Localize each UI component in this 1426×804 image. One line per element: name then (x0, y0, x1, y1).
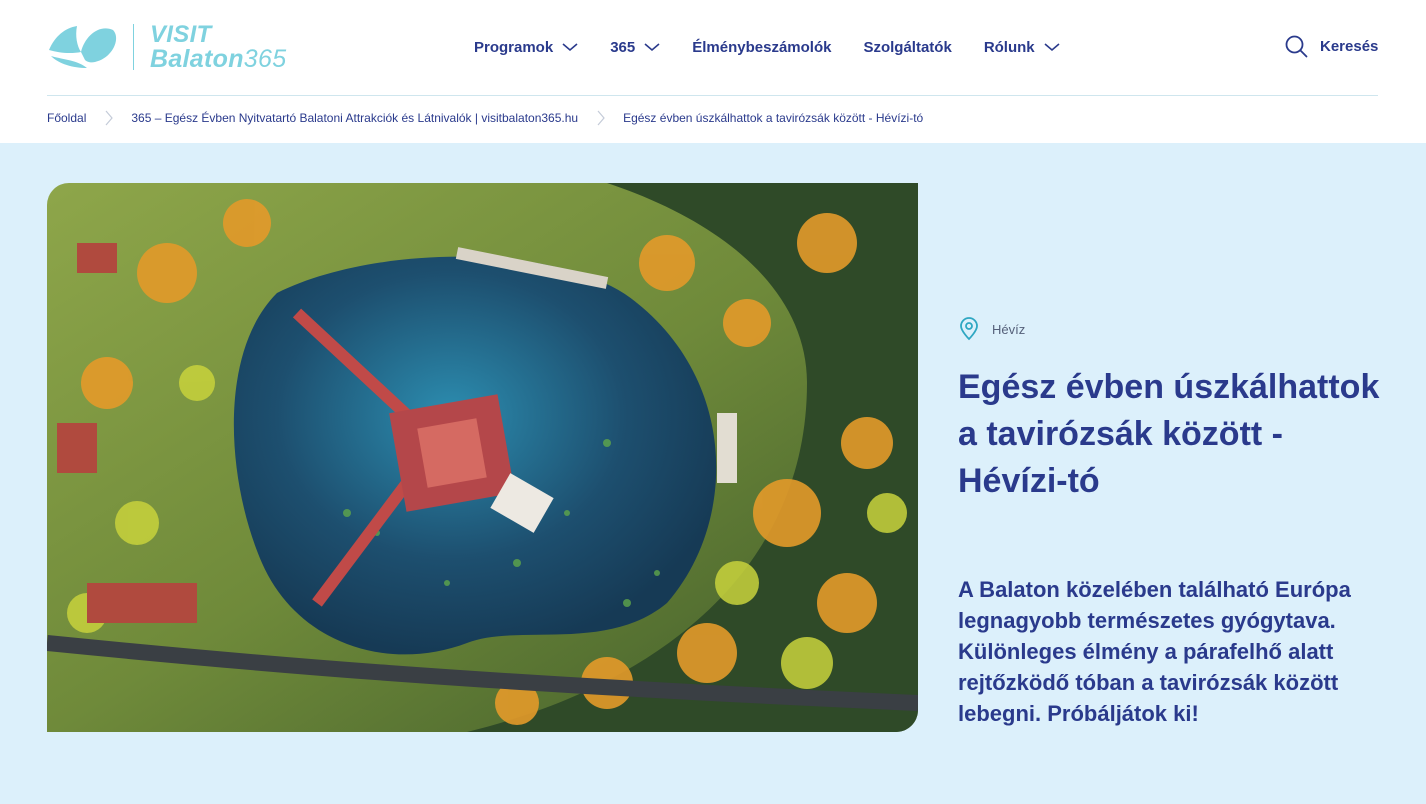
breadcrumb-current: Egész évben úszkálhattok a tavirózsák kö… (623, 111, 924, 125)
nav-item-label: Élménybeszámolók (692, 38, 832, 56)
logo-wordmark: VISIT Balaton365 (150, 21, 287, 73)
article-lead: A Balaton közelében található Európa leg… (958, 577, 1351, 726)
main-nav: Programok 365 Élménybeszámolók Szolgálta… (474, 36, 1092, 58)
chevron-down-icon (1044, 43, 1060, 52)
aerial-lake-illustration (47, 183, 918, 732)
logo-line-visit: VISIT (150, 21, 212, 48)
sail-logo-icon (49, 26, 117, 68)
nav-item-rolunk[interactable]: Rólunk (984, 39, 1060, 56)
breadcrumb: Főoldal 365 – Egész Évben Nyitvatartó Ba… (47, 108, 923, 128)
chevron-down-icon (562, 43, 578, 52)
nav-item-szolgaltatok[interactable]: Szolgáltatók (863, 39, 951, 56)
chevron-right-icon (105, 110, 114, 126)
nav-item-programok[interactable]: Programok (474, 39, 578, 56)
map-pin-icon (960, 317, 978, 341)
logo-word-balaton: Balaton (150, 45, 244, 73)
logo-number-365: 365 (243, 45, 287, 73)
nav-item-label: Rólunk (983, 38, 1035, 56)
site-header: VISIT Balaton365 Programok 365 Élménybes… (0, 0, 1426, 96)
breadcrumb-home[interactable]: Főoldal (47, 111, 86, 125)
hero-section: Hévíz Egész évben úszkálhattok a taviróz… (0, 143, 1426, 804)
location-tag: Hévíz (958, 317, 1025, 341)
header-divider (47, 95, 1378, 96)
search-button[interactable]: Keresés (1285, 35, 1378, 58)
chevron-down-icon (644, 43, 660, 52)
nav-item-label: Szolgáltatók (863, 38, 952, 56)
search-icon (1285, 35, 1308, 58)
breadcrumb-365[interactable]: 365 – Egész Évben Nyitvatartó Balatoni A… (131, 111, 578, 125)
page-title: Egész évben úszkálhattok a tavirózsák kö… (958, 368, 1380, 500)
hero-photo-heviz-lake (47, 183, 918, 732)
nav-item-label: 365 (610, 38, 636, 56)
logo-divider (133, 24, 134, 70)
chevron-right-icon (597, 110, 605, 126)
nav-item-365[interactable]: 365 (610, 39, 660, 56)
nav-item-elmenybeszamolok[interactable]: Élménybeszámolók (692, 39, 831, 56)
search-label: Keresés (1320, 38, 1379, 55)
wave-divider (0, 756, 1426, 775)
logo-line-balaton: Balaton365 (150, 45, 287, 73)
nav-item-label: Programok (474, 38, 554, 56)
site-logo[interactable]: VISIT Balaton365 (47, 22, 286, 72)
location-label: Hévíz (992, 321, 1026, 337)
